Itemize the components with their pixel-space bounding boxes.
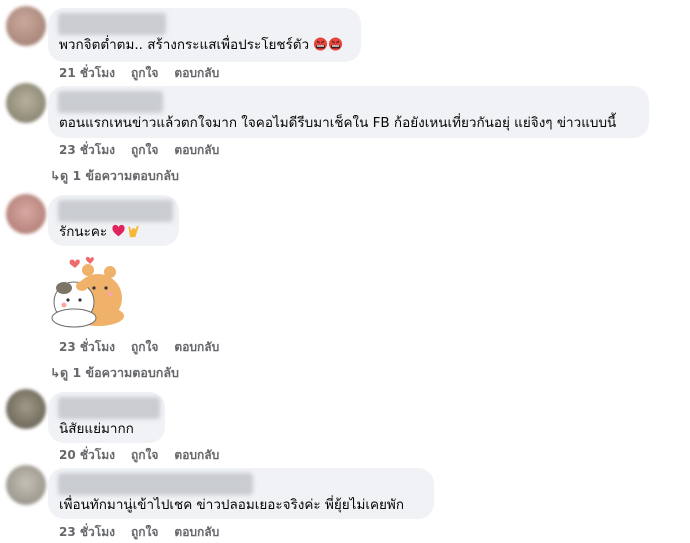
commenter-name[interactable] <box>58 91 163 113</box>
view-replies-label: ดู 1 ข้อความตอบกลับ <box>60 168 179 183</box>
commenter-name[interactable] <box>58 13 166 35</box>
timestamp[interactable]: 23 ชั่วโมง <box>59 340 115 354</box>
comment-bubble: นิสัยแย่มากก <box>48 392 165 443</box>
avatar[interactable] <box>6 6 46 46</box>
comment-bubble: รักนะคะ <box>48 195 179 246</box>
reply-button[interactable]: ตอบกลับ <box>174 66 219 80</box>
avatar[interactable] <box>6 465 46 505</box>
comment-meta: 21 ชั่วโมง ถูกใจ ตอบกลับ <box>59 64 235 83</box>
angry-face-icon <box>329 37 343 51</box>
commenter-name[interactable] <box>58 200 173 222</box>
timestamp[interactable]: 23 ชั่วโมง <box>59 143 115 157</box>
timestamp[interactable]: 23 ชั่วโมง <box>59 525 115 539</box>
view-replies-label: ดู 1 ข้อความตอบกลับ <box>60 365 179 380</box>
like-button[interactable]: ถูกใจ <box>131 143 158 157</box>
timestamp[interactable]: 20 ชั่วโมง <box>59 448 115 462</box>
reply-button[interactable]: ตอบกลับ <box>174 143 219 157</box>
avatar[interactable] <box>6 389 46 429</box>
reply-button[interactable]: ตอบกลับ <box>174 340 219 354</box>
comment-meta: 20 ชั่วโมง ถูกใจ ตอบกลับ <box>59 446 235 465</box>
comment-text: พวกจิตต่ำตม.. สร้างกระแสเพื่อประโยชร์ตัว <box>59 37 343 53</box>
avatar[interactable] <box>6 194 46 234</box>
reply-arrow-icon: ↳ <box>50 365 61 380</box>
comment-meta: 23 ชั่วโมง ถูกใจ ตอบกลับ <box>59 338 235 357</box>
angry-face-icon <box>314 37 328 51</box>
view-replies-link[interactable]: ↳ดู 1 ข้อความตอบกลับ <box>50 166 179 186</box>
reply-button[interactable]: ตอบกลับ <box>174 525 219 539</box>
comment-bubble: เพื่อนทักมานู่เข้าไปเชค ข่าวปลอมเยอะจริง… <box>48 468 434 519</box>
like-button[interactable]: ถูกใจ <box>131 66 158 80</box>
love-you-hand-icon <box>128 225 140 238</box>
commenter-name[interactable] <box>58 397 160 419</box>
like-button[interactable]: ถูกใจ <box>131 525 158 539</box>
comment-text: นิสัยแย่มากก <box>59 421 134 437</box>
comment-text: ตอนแรกเหนข่าวแล้วตกใจมาก ใจคอไมดีรีบมาเช… <box>59 115 617 131</box>
commenter-name[interactable] <box>58 473 253 495</box>
view-replies-link[interactable]: ↳ดู 1 ข้อความตอบกลับ <box>50 363 179 383</box>
like-button[interactable]: ถูกใจ <box>131 448 158 462</box>
avatar[interactable] <box>6 83 46 123</box>
comment-meta: 23 ชั่วโมง ถูกใจ ตอบกลับ <box>59 141 235 160</box>
red-heart-icon <box>112 224 126 237</box>
comment-meta: 23 ชั่วโมง ถูกใจ ตอบกลับ <box>59 523 235 542</box>
comment-text: เพื่อนทักมานู่เข้าไปเชค ข่าวปลอมเยอะจริง… <box>59 497 404 513</box>
like-button[interactable]: ถูกใจ <box>131 340 158 354</box>
comment-bubble: พวกจิตต่ำตม.. สร้างกระแสเพื่อประโยชร์ตัว <box>48 8 361 62</box>
comment-bubble: ตอนแรกเหนข่าวแล้วตกใจมาก ใจคอไมดีรีบมาเช… <box>48 86 649 138</box>
reply-button[interactable]: ตอบกลับ <box>174 448 219 462</box>
reply-arrow-icon: ↳ <box>50 168 61 183</box>
comment-text: รักนะคะ <box>59 224 141 240</box>
timestamp[interactable]: 21 ชั่วโมง <box>59 66 115 80</box>
hugging-cat-dog-sticker <box>51 256 124 328</box>
